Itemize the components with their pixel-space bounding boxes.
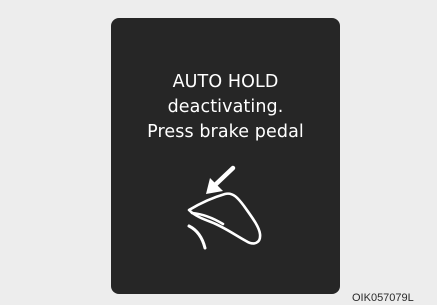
message-line-deactivating: deactivating. [167, 97, 284, 117]
pedal-icon [187, 224, 207, 250]
auto-hold-message: AUTO HOLD deactivating. Press brake peda… [111, 70, 340, 145]
brake-pedal-press-icon [187, 165, 262, 250]
arrow-down-left-icon [206, 165, 236, 194]
auto-hold-message-display: AUTO HOLD deactivating. Press brake peda… [111, 18, 340, 294]
message-line-press-brake-pedal: Press brake pedal [147, 122, 304, 142]
message-line-auto-hold: AUTO HOLD [172, 72, 279, 92]
